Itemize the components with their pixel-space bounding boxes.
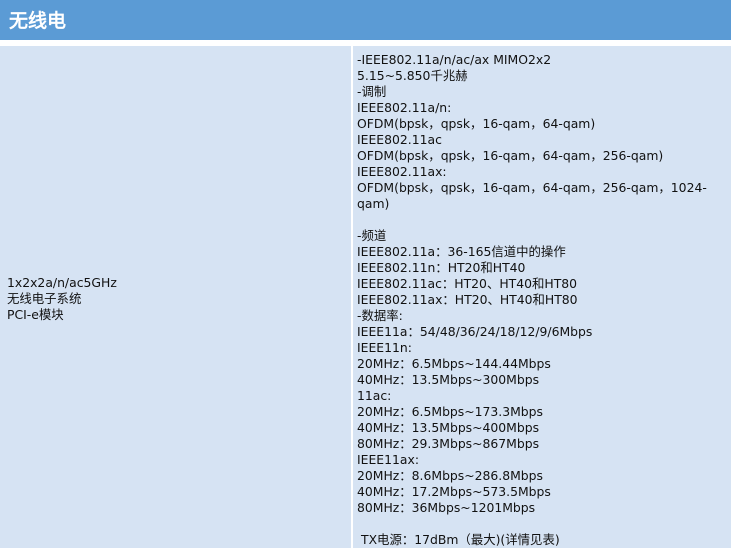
component-cell: 1x2x2a/n/ac5GHz 无线电子系统 PCI-e模块 xyxy=(7,275,342,323)
spec-line: 40MHz：17.2Mbps~573.5Mbps xyxy=(357,484,551,499)
specification-cell: -IEEE802.11a/n/ac/ax MIMO2x2 5.15~5.850千… xyxy=(357,52,707,548)
spec-line: -IEEE802.11a/n/ac/ax MIMO2x2 xyxy=(357,52,552,67)
tx-power-line: TX电源：17dBm（最大)(详情见表) xyxy=(361,532,560,547)
spec-line: IEEE802.11n：HT20和HT40 xyxy=(357,260,526,275)
spec-line: 40MHz：13.5Mbps~400Mbps xyxy=(357,420,540,435)
column-divider xyxy=(351,46,353,548)
spec-line: 40MHz：13.5Mbps~300Mbps xyxy=(357,372,540,387)
component-name-line-1: 1x2x2a/n/ac5GHz xyxy=(7,275,117,290)
spec-line: 20MHz：6.5Mbps~173.3Mbps xyxy=(357,404,543,419)
spec-line: OFDM(bpsk，qpsk，16-qam，64-qam) xyxy=(357,116,596,131)
spec-line: 5.15~5.850千兆赫 xyxy=(357,68,468,83)
section-header: 无线电 xyxy=(0,0,731,42)
spec-line: OFDM(bpsk，qpsk，16-qam，64-qam，256-qam) xyxy=(357,148,664,163)
spec-line: 20MHz：6.5Mbps~144.44Mbps xyxy=(357,356,551,371)
spec-line: IEEE802.11a：36-165信道中的操作 xyxy=(357,244,566,259)
spec-line: IEEE11ax: xyxy=(357,452,420,467)
spec-line: 20MHz：8.6Mbps~286.8Mbps xyxy=(357,468,543,483)
spec-line: IEEE11a：54/48/36/24/18/12/9/6Mbps xyxy=(357,324,593,339)
spec-line: 80MHz：29.3Mbps~867Mbps xyxy=(357,436,540,451)
spec-line: IEEE802.11ac：HT20、HT40和HT80 xyxy=(357,276,578,291)
spec-line: -频道 xyxy=(357,228,387,243)
section-title: 无线电 xyxy=(9,10,67,32)
spec-line: -调制 xyxy=(357,84,387,99)
spec-line: IEEE802.11ax：HT20、HT40和HT80 xyxy=(357,292,578,307)
spec-line: OFDM(bpsk，qpsk，16-qam，64-qam，256-qam，102… xyxy=(357,180,707,195)
spec-line: IEEE802.11ac xyxy=(357,132,442,147)
spec-line: IEEE11n: xyxy=(357,340,412,355)
spec-line: IEEE802.11a/n: xyxy=(357,100,452,115)
spec-line: IEEE802.11ax: xyxy=(357,164,447,179)
spec-line: 80MHz：36Mbps~1201Mbps xyxy=(357,500,536,515)
spec-table-row: 1x2x2a/n/ac5GHz 无线电子系统 PCI-e模块 -IEEE802.… xyxy=(0,45,731,548)
spec-line: qam) xyxy=(357,196,390,211)
spec-line: 11ac: xyxy=(357,388,392,403)
component-name-line-2: 无线电子系统 xyxy=(7,291,82,306)
spec-page: 无线电 1x2x2a/n/ac5GHz 无线电子系统 PCI-e模块 -IEEE… xyxy=(0,0,733,548)
component-name-line-3: PCI-e模块 xyxy=(7,307,64,322)
spec-line: -数据率: xyxy=(357,308,403,323)
